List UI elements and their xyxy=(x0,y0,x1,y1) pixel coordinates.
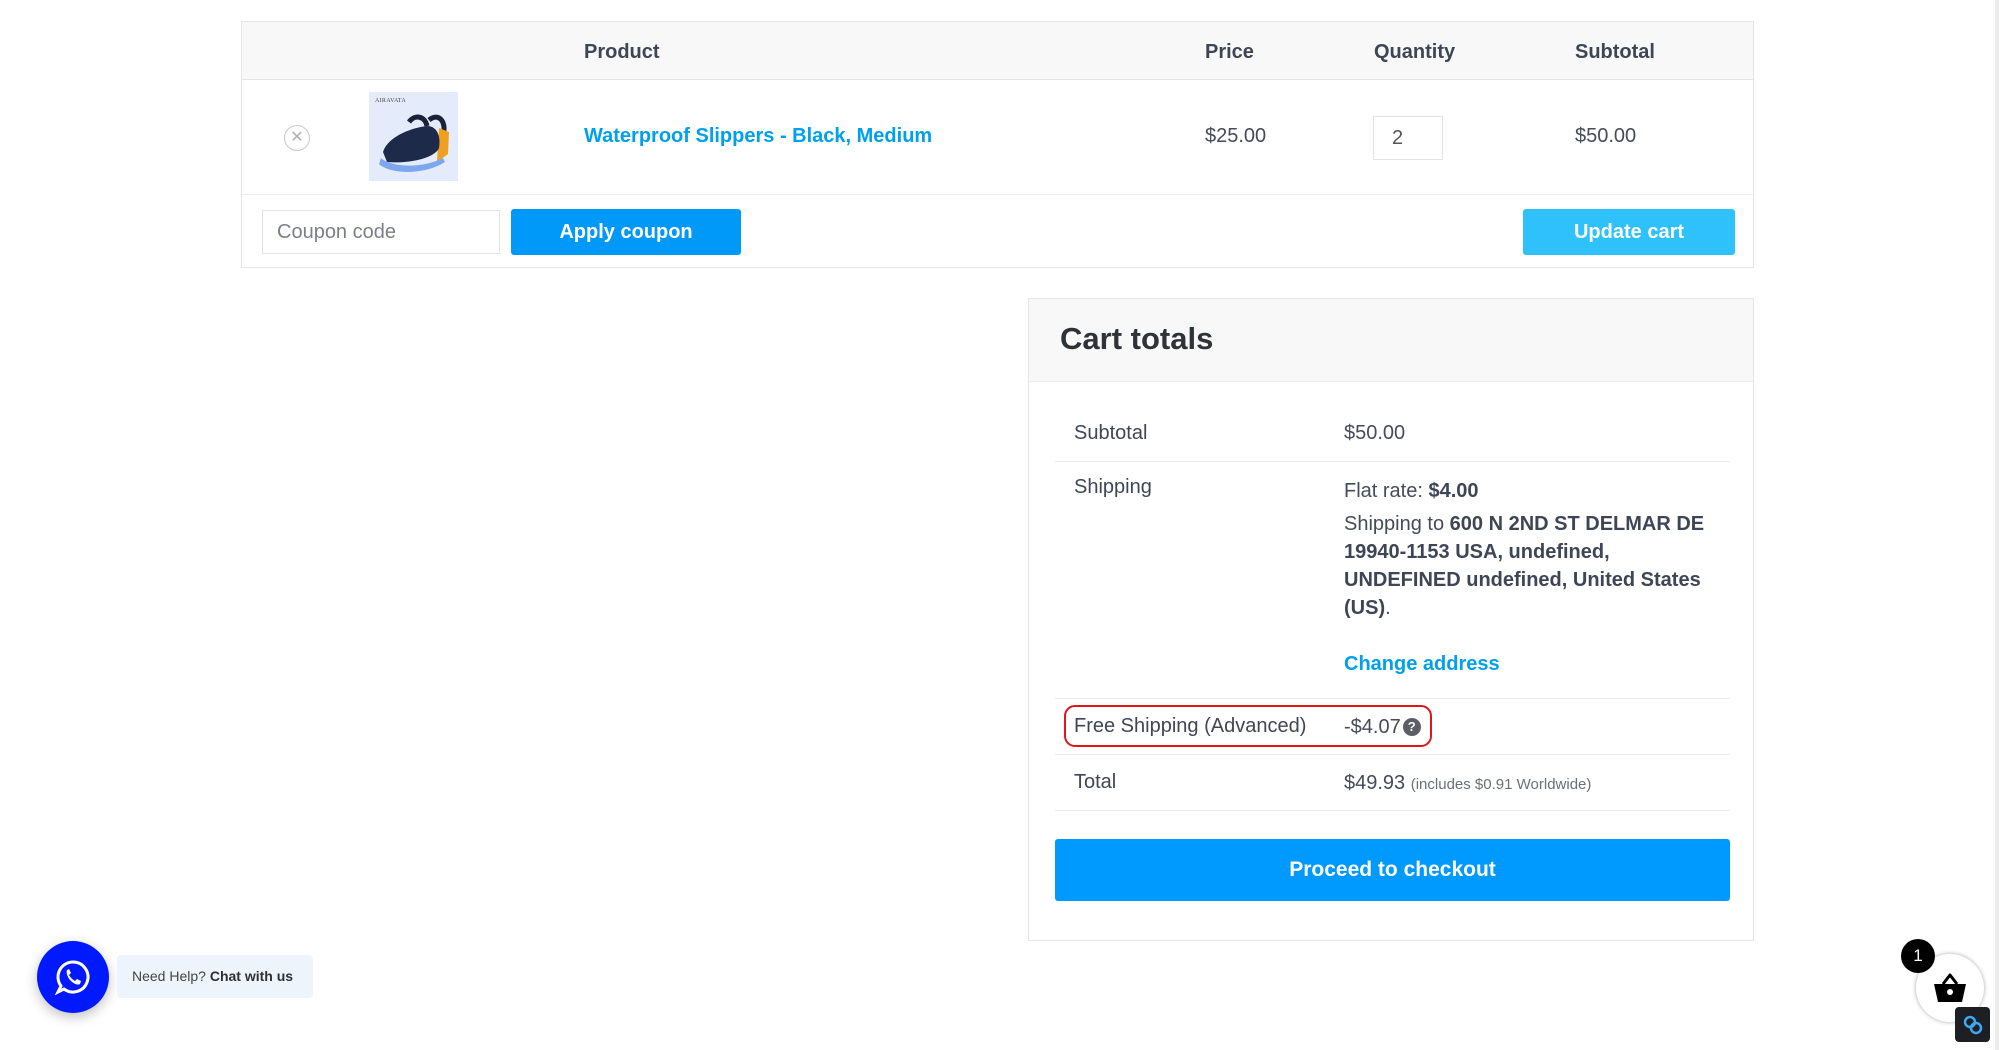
remove-item-button[interactable]: ✕ xyxy=(284,125,310,151)
whatsapp-icon xyxy=(54,960,90,996)
close-icon: ✕ xyxy=(290,129,304,146)
chat-help-label[interactable]: Need Help? Chat with us xyxy=(117,955,313,998)
free-shipping-label: Free Shipping (Advanced) xyxy=(1074,715,1307,737)
shipping-method: Flat rate: $4.00 xyxy=(1344,477,1724,505)
update-cart-button[interactable]: Update cart xyxy=(1523,209,1735,255)
link-widget-button[interactable] xyxy=(1955,1007,1990,1042)
chat-help-prefix: Need Help? xyxy=(132,968,210,984)
totals-row-free-shipping: Free Shipping (Advanced) -$4.07? xyxy=(1055,699,1730,755)
totals-row-shipping: Shipping Flat rate: $4.00 Shipping to 60… xyxy=(1055,462,1730,699)
scrollbar[interactable] xyxy=(1995,0,1999,1050)
basket-icon xyxy=(1934,973,1966,1002)
totals-row-subtotal: Subtotal $50.00 xyxy=(1055,405,1730,462)
cart-page: Product Price Quantity Subtotal ✕ AIRAVA… xyxy=(0,0,1999,1050)
shipping-to-label: Shipping to xyxy=(1344,513,1450,535)
coupon-code-input[interactable] xyxy=(262,210,500,254)
link-icon xyxy=(1963,1015,1982,1034)
shipping-method-amount: $4.00 xyxy=(1428,480,1479,502)
slipper-image-icon xyxy=(379,114,449,172)
cart-totals-panel: Cart totals Subtotal $50.00 Shipping Fla… xyxy=(1028,298,1754,941)
item-subtotal: $50.00 xyxy=(1575,125,1637,147)
cart-table: Product Price Quantity Subtotal ✕ AIRAVA… xyxy=(241,21,1754,268)
shipping-details: Flat rate: $4.00 Shipping to 600 N 2ND S… xyxy=(1344,477,1724,678)
cart-count-badge: 1 xyxy=(1901,939,1935,973)
cart-actions-row: Apply coupon Update cart xyxy=(242,195,1753,267)
shipping-method-label: Flat rate: xyxy=(1344,480,1429,502)
tax-note: (includes $0.91 Worldwide) xyxy=(1410,776,1592,793)
thumbnail-brand-text: AIRAVATA xyxy=(375,98,407,104)
header-quantity: Quantity xyxy=(1374,41,1456,63)
cart-totals-header: Cart totals xyxy=(1029,299,1753,382)
shipping-destination: Shipping to 600 N 2ND ST DELMAR DE 19940… xyxy=(1344,510,1724,622)
total-label: Total xyxy=(1074,771,1117,793)
cart-totals-title: Cart totals xyxy=(1060,321,1214,356)
product-name-link[interactable]: Waterproof Slippers - Black, Medium xyxy=(584,125,932,148)
totals-row-total: Total $49.93 (includes $0.91 Worldwide) xyxy=(1055,755,1730,811)
header-product: Product xyxy=(584,41,660,63)
question-circle-icon[interactable]: ? xyxy=(1402,718,1421,736)
total-amount: $49.93 xyxy=(1344,772,1406,794)
product-thumbnail[interactable]: AIRAVATA xyxy=(369,92,458,181)
proceed-to-checkout-button[interactable]: Proceed to checkout xyxy=(1055,839,1730,901)
free-shipping-value: -$4.07? xyxy=(1344,713,1421,741)
change-address-link[interactable]: Change address xyxy=(1344,653,1500,675)
subtotal-label: Subtotal xyxy=(1074,422,1148,444)
shipping-address-suffix: . xyxy=(1385,597,1391,619)
cart-item-row: ✕ AIRAVATA Waterproof Slippers - Black, … xyxy=(242,80,1753,195)
subtotal-value: $50.00 xyxy=(1344,422,1406,444)
chat-with-us-text: Chat with us xyxy=(209,968,294,984)
quantity-input[interactable] xyxy=(1373,116,1443,160)
cart-table-header: Product Price Quantity Subtotal xyxy=(242,22,1753,80)
header-subtotal: Subtotal xyxy=(1575,41,1655,63)
free-shipping-amount: -$4.07 xyxy=(1344,716,1401,738)
header-price: Price xyxy=(1205,41,1254,63)
total-value: $49.93 (includes $0.91 Worldwide) xyxy=(1344,769,1591,799)
item-price: $25.00 xyxy=(1205,125,1267,147)
shipping-label: Shipping xyxy=(1074,476,1152,498)
apply-coupon-button[interactable]: Apply coupon xyxy=(511,209,741,255)
whatsapp-chat-button[interactable] xyxy=(37,941,109,1013)
